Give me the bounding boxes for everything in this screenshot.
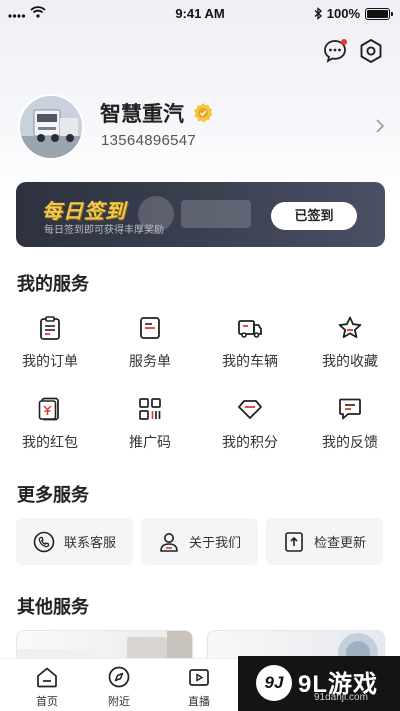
document-icon xyxy=(140,317,160,339)
other-service-card-left[interactable] xyxy=(16,630,193,660)
truck-avatar-image xyxy=(20,96,82,158)
nav-live[interactable]: 直播 xyxy=(169,665,229,709)
status-bar: 9:41 AM 100% xyxy=(0,0,400,28)
watermark: 9J 9L游戏 91danji.com xyxy=(238,656,400,711)
service-label: 我的积分 xyxy=(222,434,278,450)
card-label: 检查更新 xyxy=(313,535,366,550)
red-packet-icon xyxy=(38,397,59,421)
service-label: 我的车辆 xyxy=(222,353,278,369)
notification-dot xyxy=(341,39,347,45)
nav-label: 直播 xyxy=(188,696,210,708)
star-icon xyxy=(338,316,362,338)
service-label: 服务单 xyxy=(129,353,171,369)
checkin-subtitle: 每日签到即可获得丰厚奖励 xyxy=(44,225,164,236)
checked-in-button[interactable]: 已签到 xyxy=(271,202,357,230)
service-my-feedback[interactable]: 我的反馈 xyxy=(300,396,400,466)
checkin-banner[interactable]: 每日签到 每日签到即可获得丰厚奖励 已签到 xyxy=(16,182,385,247)
check-update-card[interactable]: 检查更新 xyxy=(266,518,383,565)
chevron-right-icon[interactable] xyxy=(374,118,386,134)
nav-nearby[interactable]: 附近 xyxy=(89,665,149,709)
service-my-orders[interactable]: 我的订单 xyxy=(0,315,100,385)
my-services-grid-row2: 我的红包 推广码 我的积分 我的反馈 xyxy=(0,396,400,466)
my-services-grid: 我的订单 服务单 我的车辆 我的收藏 xyxy=(0,315,400,385)
service-label: 我的订单 xyxy=(22,353,78,369)
checkin-title: 每日签到 xyxy=(42,201,126,223)
compass-icon xyxy=(108,666,130,688)
name-row: 智慧重汽 xyxy=(100,98,214,128)
card-label: 联系客服 xyxy=(63,535,116,550)
nav-label: 附近 xyxy=(108,696,130,708)
watermark-url: 91danji.com xyxy=(314,692,368,703)
gear-icon xyxy=(360,39,382,63)
service-label: 我的反馈 xyxy=(322,434,378,450)
more-services-cards: 联系客服 关于我们 检查更新 xyxy=(16,518,383,565)
nav-label: 首页 xyxy=(36,696,58,708)
phone-icon xyxy=(33,531,55,552)
clipboard-icon xyxy=(40,316,60,340)
battery-level xyxy=(367,9,388,18)
more-services-title: 更多服务 xyxy=(17,485,89,505)
nav-home[interactable]: 首页 xyxy=(17,665,77,709)
service-label: 我的红包 xyxy=(22,434,78,450)
service-my-favorites[interactable]: 我的收藏 xyxy=(300,315,400,385)
other-services-title: 其他服务 xyxy=(17,597,89,617)
feedback-icon xyxy=(339,398,361,420)
watermark-logo: 9J xyxy=(256,665,292,701)
avatar[interactable] xyxy=(18,94,84,160)
user-phone: 13564896547 xyxy=(101,132,197,149)
service-my-points[interactable]: 我的积分 xyxy=(200,396,300,466)
service-my-vehicles[interactable]: 我的车辆 xyxy=(200,315,300,385)
service-my-red-packets[interactable]: 我的红包 xyxy=(0,396,100,466)
card-image xyxy=(17,631,192,660)
battery-icon xyxy=(365,7,393,20)
vip-badge-icon xyxy=(194,103,213,123)
qr-code-icon xyxy=(139,398,161,420)
message-button[interactable] xyxy=(322,38,348,64)
service-label: 推广码 xyxy=(129,434,171,450)
home-icon xyxy=(37,667,57,688)
my-services-title: 我的服务 xyxy=(17,274,89,294)
update-icon xyxy=(285,531,303,552)
user-name: 智慧重汽 xyxy=(100,103,184,126)
user-icon xyxy=(160,532,178,552)
about-us-card[interactable]: 关于我们 xyxy=(141,518,258,565)
diamond-icon xyxy=(238,400,262,419)
service-label: 我的收藏 xyxy=(322,353,378,369)
service-service-orders[interactable]: 服务单 xyxy=(100,315,200,385)
contact-support-card[interactable]: 联系客服 xyxy=(16,518,133,565)
profile-card[interactable]: 智慧重汽 13564896547 xyxy=(18,94,388,160)
truck-icon xyxy=(238,320,262,338)
card-label: 关于我们 xyxy=(188,535,241,550)
status-right-group: 100% xyxy=(314,6,393,21)
bluetooth-icon xyxy=(314,7,322,20)
settings-button[interactable] xyxy=(358,38,384,64)
battery-percent: 100% xyxy=(326,6,360,21)
service-promo-code[interactable]: 推广码 xyxy=(100,396,200,466)
live-icon xyxy=(189,669,209,686)
